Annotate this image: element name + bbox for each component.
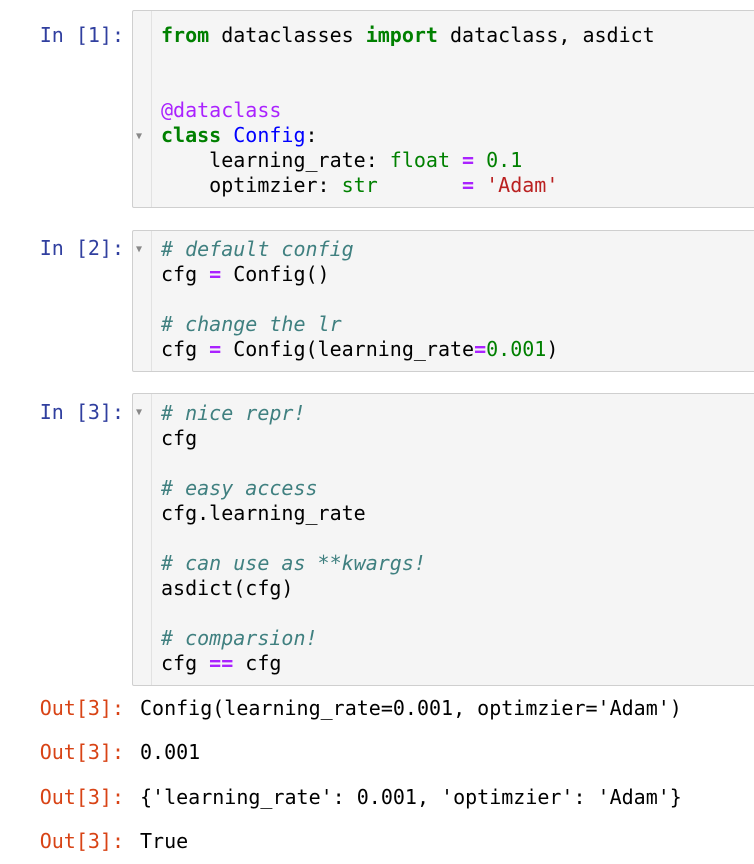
output-2-text: 0.001: [140, 740, 201, 764]
code-token: =: [462, 173, 475, 197]
code-token: import: [365, 23, 438, 47]
code-token: Config(learning_rate: [221, 337, 475, 361]
code-cell-3[interactable]: ▼ # nice repr! cfg # easy access cfg.learni…: [132, 393, 754, 686]
code-token: cfg: [161, 651, 210, 675]
code-token: # easy access: [161, 476, 318, 500]
code-line: cfg == cfg: [161, 651, 426, 676]
output-3-text: {'learning_rate': 0.001, 'optimzier': 'A…: [140, 785, 682, 809]
code-token: float: [389, 148, 450, 172]
code-line: from dataclasses import dataclass, asdic…: [161, 23, 655, 48]
code-line: # change the lr: [161, 312, 558, 337]
code-token: 0.1: [486, 148, 523, 172]
cell-2-code[interactable]: # default config cfg = Config() # change t…: [161, 237, 558, 362]
output-2-prompt: Out[3]:: [39, 740, 124, 764]
code-token: asdict(cfg): [161, 576, 294, 600]
cell-3-code[interactable]: # nice repr! cfg # easy access cfg.learning…: [161, 401, 426, 676]
cell-3-prompt: In [3]:: [39, 400, 124, 424]
cell-1-prompt: In [1]:: [39, 23, 124, 47]
output-4-text: True: [140, 829, 189, 853]
code-token: cfg: [233, 651, 282, 675]
code-token: 'Adam': [486, 173, 559, 197]
code-token: =: [474, 337, 487, 361]
code-token: # default config: [161, 237, 354, 261]
code-line: # comparsion!: [161, 626, 426, 651]
fold-arrow-icon[interactable]: ▼: [136, 245, 142, 255]
code-token: 0.001: [486, 337, 547, 361]
code-token: :: [305, 123, 318, 147]
code-line: # nice repr!: [161, 401, 426, 426]
output-4-prompt: Out[3]:: [39, 829, 124, 853]
output-1-prompt: Out[3]:: [39, 696, 124, 720]
cell-2-prompt: In [2]:: [39, 236, 124, 260]
fold-arrow-icon[interactable]: ▼: [136, 408, 142, 418]
code-line: # default config: [161, 237, 558, 262]
code-token: # comparsion!: [161, 626, 318, 650]
cell-2-gutter: ▼: [133, 231, 152, 371]
output-1-text: Config(learning_rate=0.001, optimzier='A…: [140, 696, 682, 720]
code-token: Config: [233, 123, 306, 147]
cell-3-gutter: ▼: [133, 394, 152, 685]
code-line: cfg = Config(learning_rate=0.001): [161, 337, 558, 362]
code-token: class: [161, 123, 222, 147]
code-line: cfg.learning_rate: [161, 501, 426, 526]
code-token: # can use as **kwargs!: [161, 551, 426, 575]
code-token: cfg: [161, 426, 198, 450]
code-cell-1[interactable]: ▼ from dataclasses import dataclass, asd…: [132, 10, 754, 208]
fold-arrow-icon[interactable]: ▼: [136, 132, 142, 142]
code-token: # change the lr: [161, 312, 342, 336]
output-3-prompt: Out[3]:: [39, 785, 124, 809]
code-token: dataclasses: [209, 23, 366, 47]
code-token: from: [161, 23, 210, 47]
code-cell-2[interactable]: ▼ # default config cfg = Config() # change…: [132, 230, 754, 372]
cell-1-code[interactable]: from dataclasses import dataclass, asdic…: [161, 23, 655, 198]
code-token: =: [209, 262, 222, 286]
cell-1-gutter: ▼: [133, 11, 152, 207]
code-line: # can use as **kwargs!: [161, 551, 426, 576]
code-token: cfg: [161, 262, 210, 286]
code-line: learning_rate: float = 0.1: [161, 148, 655, 173]
code-token: cfg: [161, 337, 210, 361]
code-line: optimzier: str = 'Adam': [161, 173, 655, 198]
code-token: cfg.learning_rate: [161, 501, 366, 525]
code-line: cfg = Config(): [161, 262, 558, 287]
code-token: =: [462, 148, 475, 172]
code-line: @dataclass: [161, 98, 655, 123]
code-token: =: [209, 337, 222, 361]
code-token: optimzier:: [161, 173, 342, 197]
code-token: ): [546, 337, 559, 361]
code-token: @dataclass: [161, 98, 282, 122]
code-line: class Config:: [161, 123, 655, 148]
code-token: str: [341, 173, 378, 197]
code-token: ==: [209, 651, 234, 675]
code-line: cfg: [161, 426, 426, 451]
code-line: # easy access: [161, 476, 426, 501]
code-token: dataclass, asdict: [437, 23, 655, 47]
code-line: asdict(cfg): [161, 576, 426, 601]
code-token: Config(): [221, 262, 330, 286]
code-token: learning_rate:: [161, 148, 390, 172]
code-token: # nice repr!: [161, 401, 306, 425]
